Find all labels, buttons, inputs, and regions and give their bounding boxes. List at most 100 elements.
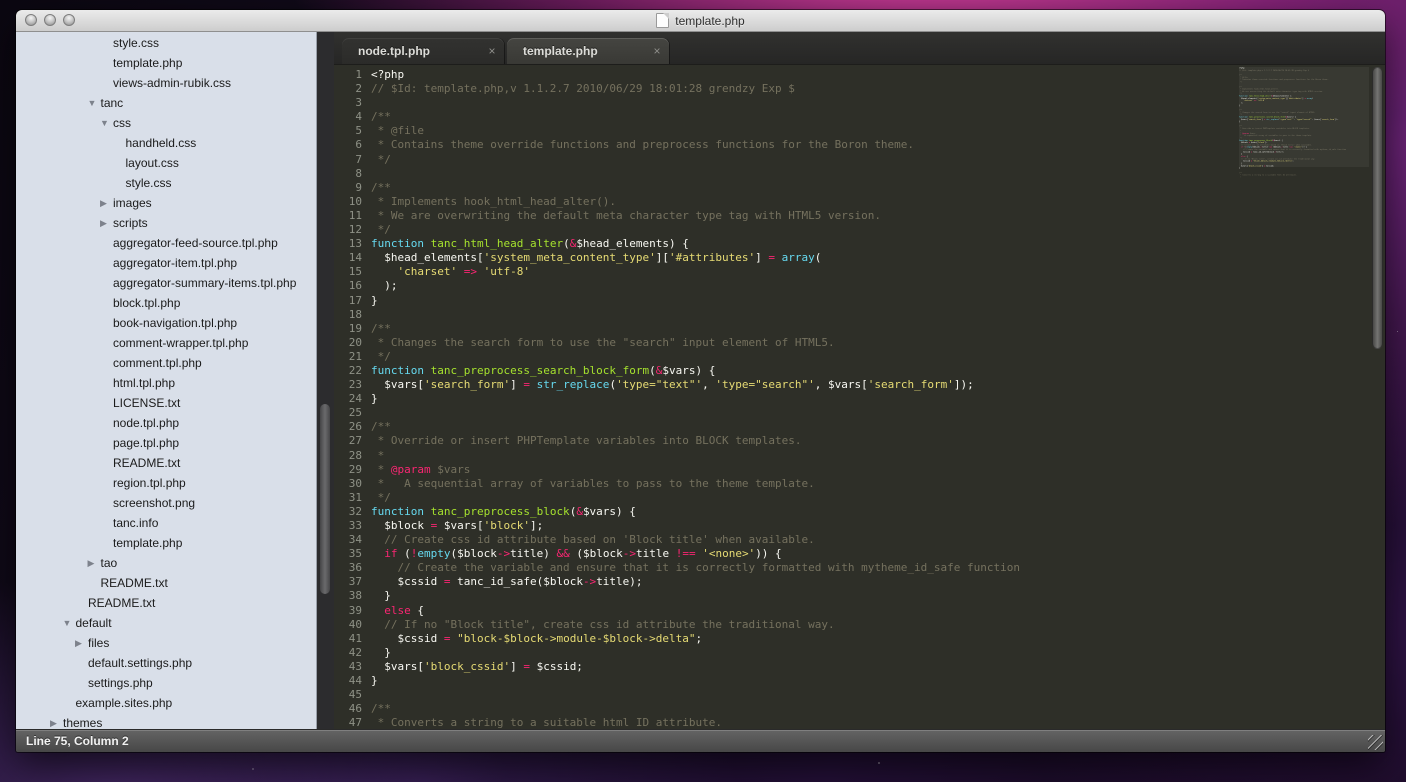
tree-item-scripts[interactable]: ▶scripts — [16, 213, 316, 233]
zoom-button[interactable] — [63, 14, 75, 26]
code-line[interactable]: 41 $cssid = "block-$block->module-$block… — [334, 632, 1020, 646]
tree-item-style.css[interactable]: style.css — [16, 173, 316, 193]
code-line[interactable]: 29 * @param $vars — [334, 463, 1020, 477]
tree-item-default.settings.php[interactable]: default.settings.php — [16, 653, 316, 673]
tree-item-files[interactable]: ▶files — [16, 633, 316, 653]
code-line[interactable]: 46/** — [334, 702, 1020, 716]
tree-item-screenshot.png[interactable]: screenshot.png — [16, 493, 316, 513]
code-line[interactable]: 39 else { — [334, 604, 1020, 618]
code-line[interactable]: 19/** — [334, 322, 1020, 336]
code-line[interactable]: 8 — [334, 167, 1020, 181]
code-line[interactable]: 6 * Contains theme override functions an… — [334, 138, 1020, 152]
tree-item-page.tpl.php[interactable]: page.tpl.php — [16, 433, 316, 453]
tree-item-comment-wrapper.tpl.php[interactable]: comment-wrapper.tpl.php — [16, 333, 316, 353]
code-line[interactable]: 35 if (!empty($block->title) && ($block-… — [334, 547, 1020, 561]
tree-item-region.tpl.php[interactable]: region.tpl.php — [16, 473, 316, 493]
file-tree-sidebar[interactable]: style.csstemplate.phpviews-admin-rubik.c… — [16, 32, 316, 729]
code-line[interactable]: 13function tanc_html_head_alter(&$head_e… — [334, 237, 1020, 251]
tree-item-default[interactable]: ▼default — [16, 613, 316, 633]
code-line[interactable]: 43 $vars['block_cssid'] = $cssid; — [334, 660, 1020, 674]
code-line[interactable]: 9/** — [334, 181, 1020, 195]
tree-item-tanc.info[interactable]: tanc.info — [16, 513, 316, 533]
tree-item-README.txt[interactable]: README.txt — [16, 573, 316, 593]
code-line[interactable]: 36 // Create the variable and ensure tha… — [334, 561, 1020, 575]
editor-scrollbar[interactable] — [1370, 65, 1385, 729]
code-line[interactable]: 14 $head_elements['system_meta_content_t… — [334, 251, 1020, 265]
tree-item-handheld.css[interactable]: handheld.css — [16, 133, 316, 153]
tree-item-settings.php[interactable]: settings.php — [16, 673, 316, 693]
code-line[interactable]: 42 } — [334, 646, 1020, 660]
tab-close-icon[interactable]: × — [480, 38, 504, 64]
code-line[interactable]: 5 * @file — [334, 124, 1020, 138]
sidebar-scrollbar[interactable] — [316, 32, 334, 729]
code-line[interactable]: 30 * A sequential array of variables to … — [334, 477, 1020, 491]
code-line[interactable]: 10 * Implements hook_html_head_alter(). — [334, 195, 1020, 209]
code-line[interactable]: 17} — [334, 294, 1020, 308]
tab-close-icon[interactable]: × — [645, 38, 669, 64]
tree-item-template.php[interactable]: template.php — [16, 533, 316, 553]
code-line[interactable]: 25 — [334, 406, 1020, 420]
code-line[interactable]: 37 $cssid = tanc_id_safe($block->title); — [334, 575, 1020, 589]
resize-grip[interactable] — [1368, 735, 1383, 750]
disclosure-triangle-icon[interactable]: ▶ — [50, 713, 63, 729]
minimize-button[interactable] — [44, 14, 56, 26]
tab-node.tpl.php[interactable]: node.tpl.php× — [342, 38, 504, 64]
disclosure-triangle-icon[interactable]: ▼ — [88, 93, 101, 113]
disclosure-triangle-icon[interactable]: ▼ — [100, 113, 113, 133]
tree-item-block.tpl.php[interactable]: block.tpl.php — [16, 293, 316, 313]
tree-item-css[interactable]: ▼css — [16, 113, 316, 133]
minimap-viewport-indicator[interactable] — [1239, 67, 1369, 167]
code-line[interactable]: 44} — [334, 674, 1020, 688]
code-line[interactable]: 27 * Override or insert PHPTemplate vari… — [334, 434, 1020, 448]
code-line[interactable]: 45 — [334, 688, 1020, 702]
code-line[interactable]: 21 */ — [334, 350, 1020, 364]
code-line[interactable]: 16 ); — [334, 279, 1020, 293]
disclosure-triangle-icon[interactable]: ▶ — [88, 553, 101, 573]
tree-item-tao[interactable]: ▶tao — [16, 553, 316, 573]
code-line[interactable]: 31 */ — [334, 491, 1020, 505]
code-line[interactable]: 24} — [334, 392, 1020, 406]
code-line[interactable]: 7 */ — [334, 153, 1020, 167]
code-line[interactable]: 47 * Converts a string to a suitable htm… — [334, 716, 1020, 729]
minimap[interactable]: <?php// $Id: template.php,v 1.1.2.7 2010… — [1239, 67, 1369, 707]
tree-item-aggregator-item.tpl.php[interactable]: aggregator-item.tpl.php — [16, 253, 316, 273]
disclosure-triangle-icon[interactable]: ▼ — [63, 613, 76, 633]
code-line[interactable]: 15 'charset' => 'utf-8' — [334, 265, 1020, 279]
tree-item-layout.css[interactable]: layout.css — [16, 153, 316, 173]
tree-item-README.txt[interactable]: README.txt — [16, 593, 316, 613]
code-line[interactable]: 23 $vars['search_form'] = str_replace('t… — [334, 378, 1020, 392]
code-line[interactable]: 12 */ — [334, 223, 1020, 237]
tree-item-template.php[interactable]: template.php — [16, 53, 316, 73]
code-line[interactable]: 2// $Id: template.php,v 1.1.2.7 2010/06/… — [334, 82, 1020, 96]
code-line[interactable]: 11 * We are overwriting the default meta… — [334, 209, 1020, 223]
code-line[interactable]: 18 — [334, 308, 1020, 322]
tree-item-tanc[interactable]: ▼tanc — [16, 93, 316, 113]
editor-scrollbar-thumb[interactable] — [1372, 67, 1383, 349]
disclosure-triangle-icon[interactable]: ▶ — [75, 633, 88, 653]
code-line[interactable]: 1<?php — [334, 68, 1020, 82]
sidebar-scrollbar-thumb[interactable] — [320, 404, 330, 594]
code-line[interactable]: 20 * Changes the search form to use the … — [334, 336, 1020, 350]
code-line[interactable]: 4/** — [334, 110, 1020, 124]
tree-item-LICENSE.txt[interactable]: LICENSE.txt — [16, 393, 316, 413]
code-line[interactable]: 32function tanc_preprocess_block(&$vars)… — [334, 505, 1020, 519]
tree-item-views-admin-rubik.css[interactable]: views-admin-rubik.css — [16, 73, 316, 93]
close-button[interactable] — [25, 14, 37, 26]
code-line[interactable]: 28 * — [334, 449, 1020, 463]
code-line[interactable]: 22function tanc_preprocess_search_block_… — [334, 364, 1020, 378]
code-line[interactable]: 33 $block = $vars['block']; — [334, 519, 1020, 533]
tree-item-comment.tpl.php[interactable]: comment.tpl.php — [16, 353, 316, 373]
tree-item-book-navigation.tpl.php[interactable]: book-navigation.tpl.php — [16, 313, 316, 333]
tree-item-html.tpl.php[interactable]: html.tpl.php — [16, 373, 316, 393]
tree-item-images[interactable]: ▶images — [16, 193, 316, 213]
code-line[interactable]: 34 // Create css id attribute based on '… — [334, 533, 1020, 547]
window-titlebar[interactable]: template.php — [16, 10, 1385, 32]
disclosure-triangle-icon[interactable]: ▶ — [100, 193, 113, 213]
tree-item-node.tpl.php[interactable]: node.tpl.php — [16, 413, 316, 433]
disclosure-triangle-icon[interactable]: ▶ — [100, 213, 113, 233]
code-editor[interactable]: 1<?php2// $Id: template.php,v 1.1.2.7 20… — [334, 65, 1385, 729]
code-line[interactable]: 38 } — [334, 589, 1020, 603]
tree-item-style.css[interactable]: style.css — [16, 33, 316, 53]
code-line[interactable]: 40 // If no "Block title", create css id… — [334, 618, 1020, 632]
tree-item-aggregator-feed-source.tpl.php[interactable]: aggregator-feed-source.tpl.php — [16, 233, 316, 253]
